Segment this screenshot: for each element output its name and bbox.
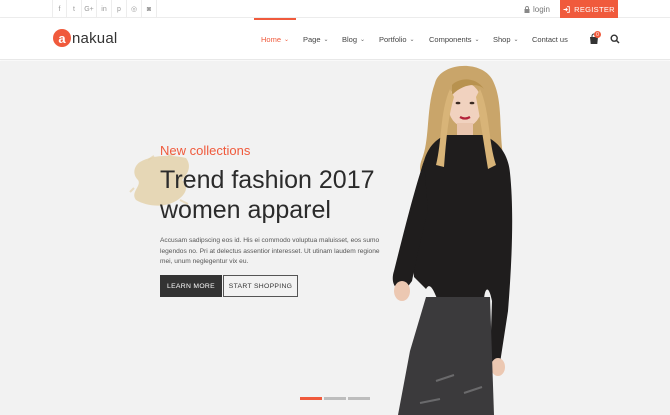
dribbble-icon[interactable]: ◎ [127, 0, 142, 18]
chevron-down-icon: ⌄ [513, 36, 519, 43]
menu-item-components[interactable]: Components ⌄ [429, 18, 480, 60]
menu-item-contact[interactable]: Contact us [532, 18, 568, 60]
register-label: REGISTER [574, 4, 615, 14]
menu-label: Shop [493, 34, 511, 44]
menu-item-blog[interactable]: Blog ⌄ [342, 18, 365, 60]
menu-label: Portfolio [379, 34, 407, 44]
slide-dot-2[interactable] [324, 397, 346, 400]
page: f t G+ in p ◎ ◙ login REGISTER a nakual … [0, 0, 670, 415]
slide-dot-1[interactable] [300, 397, 322, 400]
main-nav: a nakual Home ⌄ Page ⌄ Blog ⌄ Portfolio ⌄ Co… [0, 18, 670, 60]
twitter-icon[interactable]: t [67, 0, 82, 18]
logo-mark: a [53, 29, 71, 47]
learn-more-button[interactable]: LEARN MORE [160, 275, 222, 297]
chevron-down-icon: ⌄ [360, 36, 366, 43]
chevron-down-icon: ⌄ [474, 36, 480, 43]
chevron-down-icon: ⌄ [409, 36, 415, 43]
google-plus-icon[interactable]: G+ [82, 0, 97, 18]
menu-item-page[interactable]: Page ⌄ [303, 18, 329, 60]
model-photo [392, 65, 513, 415]
headline-line-2: women apparel [160, 196, 331, 224]
menu-item-shop[interactable]: Shop ⌄ [493, 18, 519, 60]
login-label: login [533, 4, 550, 14]
search-icon [610, 34, 620, 44]
top-bar: f t G+ in p ◎ ◙ login REGISTER [0, 0, 670, 18]
slide-dot-3[interactable] [348, 397, 370, 400]
menu-label: Contact us [532, 34, 568, 44]
register-button[interactable]: REGISTER [560, 0, 618, 18]
slider-pagination [300, 397, 370, 400]
linkedin-icon[interactable]: in [97, 0, 112, 18]
social-links: f t G+ in p ◎ ◙ [52, 0, 157, 18]
cart-count-badge: 0 [594, 31, 601, 38]
pinterest-icon[interactable]: p [112, 0, 127, 18]
start-shopping-button[interactable]: START SHOPPING [223, 275, 298, 297]
menu-item-home[interactable]: Home ⌄ [261, 18, 289, 60]
menu-item-portfolio[interactable]: Portfolio ⌄ [379, 18, 415, 60]
chevron-down-icon: ⌄ [284, 36, 290, 43]
menu-label: Blog [342, 34, 358, 44]
hero-description: Accusam sadipscing eos id. His ei commod… [160, 237, 380, 265]
login-link[interactable]: login [524, 0, 550, 18]
hero-headline: Trend fashion 2017 women apparel [160, 165, 400, 225]
facebook-icon[interactable]: f [52, 0, 67, 18]
menu-label: Home [261, 34, 282, 44]
logo[interactable]: a nakual [53, 29, 117, 47]
instagram-icon[interactable]: ◙ [142, 0, 157, 18]
menu-label: Components [429, 34, 472, 44]
lock-icon [524, 5, 530, 13]
hero-eyebrow: New collections [160, 143, 251, 158]
chevron-down-icon: ⌄ [323, 36, 329, 43]
logo-text: nakual [72, 29, 118, 47]
headline-line-1: Trend fashion 2017 [160, 166, 375, 194]
sign-in-icon [563, 5, 570, 13]
menu-label: Page [303, 34, 321, 44]
